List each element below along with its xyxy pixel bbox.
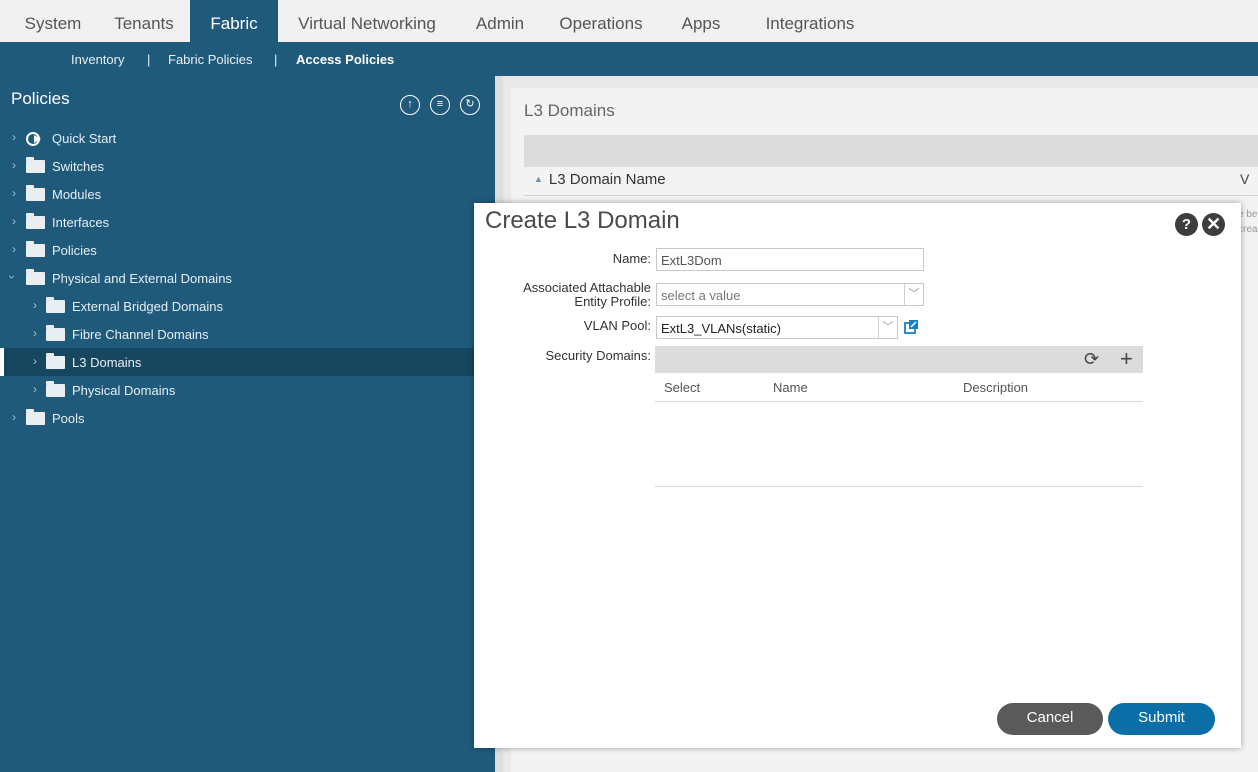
- chevron-right-icon[interactable]: ›: [12, 242, 16, 256]
- security-domains-toolbar: ⟳ +: [655, 346, 1143, 373]
- aaep-label-line1: Associated Attachable: [523, 280, 651, 295]
- divider: [524, 195, 1258, 196]
- chevron-right-icon[interactable]: ›: [12, 186, 16, 200]
- divider: [655, 401, 1143, 402]
- submit-button[interactable]: Submit: [1108, 703, 1215, 735]
- tree-item-label: Pools: [52, 411, 85, 426]
- tree-item-physical-domains[interactable]: › Physical Domains: [0, 376, 475, 404]
- chevron-right-icon[interactable]: ›: [12, 158, 16, 172]
- tree-item-interfaces[interactable]: › Interfaces: [0, 208, 475, 236]
- tree-item-external-bridged-domains[interactable]: › External Bridged Domains: [0, 292, 475, 320]
- folder-icon: [46, 297, 65, 313]
- tab-fabric[interactable]: Fabric: [190, 0, 278, 42]
- subnav-inventory[interactable]: Inventory: [71, 52, 124, 67]
- filter-icon[interactable]: ≡: [430, 95, 450, 115]
- tab-apps[interactable]: Apps: [670, 0, 732, 42]
- name-input[interactable]: ExtL3Dom: [656, 248, 924, 271]
- folder-icon: [46, 325, 65, 341]
- tab-integrations[interactable]: Integrations: [755, 0, 865, 42]
- tree-item-label: Physical and External Domains: [52, 271, 232, 286]
- vlan-pool-value: ExtL3_VLANs(static): [661, 321, 781, 336]
- tree-item-label: Interfaces: [52, 215, 110, 230]
- vlan-pool-select[interactable]: ExtL3_VLANs(static) ﹀: [656, 316, 898, 339]
- tree-item-label: Physical Domains: [72, 383, 176, 398]
- tree-item-label: Quick Start: [52, 131, 117, 146]
- chevron-down-icon[interactable]: ﹀: [878, 317, 897, 338]
- cancel-button[interactable]: Cancel: [997, 703, 1103, 735]
- chevron-right-icon[interactable]: ›: [12, 214, 16, 228]
- tree-item-label: Switches: [52, 159, 105, 174]
- folder-icon: [46, 353, 65, 369]
- subnav-fabric-policies[interactable]: Fabric Policies: [168, 52, 253, 67]
- tree-item-quick-start[interactable]: › Quick Start: [0, 124, 475, 152]
- tree-item-policies[interactable]: › Policies: [0, 236, 475, 264]
- folder-icon: [26, 185, 45, 201]
- tree-item-fibre-channel-domains[interactable]: › Fibre Channel Domains: [0, 320, 475, 348]
- selection-indicator: [0, 348, 4, 376]
- sort-ascending-icon: ▲: [534, 174, 543, 184]
- tab-admin[interactable]: Admin: [466, 0, 534, 42]
- folder-icon: [26, 241, 45, 257]
- tab-tenants[interactable]: Tenants: [103, 0, 185, 42]
- subnav-separator: |: [274, 52, 278, 67]
- subnav-access-policies[interactable]: Access Policies: [296, 52, 394, 67]
- folder-icon: [26, 269, 45, 285]
- quick-start-icon: [26, 132, 41, 146]
- tree-item-modules[interactable]: › Modules: [0, 180, 475, 208]
- column-header-name[interactable]: Name: [773, 380, 808, 395]
- chevron-right-icon[interactable]: ›: [33, 298, 37, 312]
- tab-virtual-networking[interactable]: Virtual Networking: [288, 0, 446, 42]
- dialog-title: Create L3 Domain: [485, 207, 680, 234]
- table-toolbar: [524, 135, 1258, 167]
- close-icon[interactable]: ✕: [1202, 213, 1225, 236]
- sidebar: Policies ↑ ≡ ↻ › Quick Start › Switches …: [0, 76, 495, 772]
- add-icon[interactable]: +: [1120, 346, 1133, 372]
- tree-item-l3-domains[interactable]: › L3 Domains: [0, 348, 475, 376]
- vlan-pool-label: VLAN Pool:: [583, 318, 651, 333]
- chevron-down-icon[interactable]: ›: [5, 275, 19, 279]
- refresh-icon[interactable]: ↻: [460, 95, 480, 115]
- column-header-select[interactable]: Select: [664, 380, 700, 395]
- tree-item-label: Fibre Channel Domains: [72, 327, 209, 342]
- security-domains-label: Security Domains:: [545, 348, 651, 363]
- chevron-down-icon[interactable]: ﹀: [904, 284, 923, 305]
- page-title: L3 Domains: [524, 101, 615, 120]
- collapse-all-icon[interactable]: ↑: [400, 95, 420, 115]
- subnav-separator: |: [147, 52, 151, 67]
- aaep-select[interactable]: select a value ﹀: [656, 283, 924, 306]
- tree-item-label: Modules: [52, 187, 102, 202]
- tree-item-physical-external-domains[interactable]: › Physical and External Domains: [0, 264, 475, 292]
- top-navigation: System Tenants Fabric Virtual Networking…: [0, 0, 1258, 42]
- tree-item-label: External Bridged Domains: [72, 299, 224, 314]
- tree-item-label: Policies: [52, 243, 97, 258]
- folder-icon: [46, 381, 65, 397]
- chevron-right-icon[interactable]: ›: [33, 382, 37, 396]
- help-icon[interactable]: ?: [1175, 213, 1198, 236]
- folder-icon: [26, 409, 45, 425]
- name-label: Name:: [612, 251, 651, 266]
- tab-operations[interactable]: Operations: [549, 0, 653, 42]
- sidebar-title: Policies: [11, 89, 70, 108]
- tree-item-switches[interactable]: › Switches: [0, 152, 475, 180]
- column-header-fragment: V: [1240, 171, 1250, 187]
- divider: [655, 486, 1143, 487]
- tree-item-label: L3 Domains: [72, 355, 142, 370]
- sub-navigation: Inventory | Fabric Policies | Access Pol…: [0, 42, 1258, 76]
- tree-item-pools[interactable]: › Pools: [0, 404, 475, 432]
- chevron-right-icon[interactable]: ›: [12, 410, 16, 424]
- chevron-right-icon[interactable]: ›: [12, 130, 16, 144]
- column-header-l3-domain-name[interactable]: ▲ L3 Domain Name: [534, 171, 666, 188]
- refresh-icon[interactable]: ⟳: [1084, 349, 1099, 370]
- folder-icon: [26, 157, 45, 173]
- chevron-right-icon[interactable]: ›: [33, 354, 37, 368]
- column-header-label: L3 Domain Name: [548, 171, 666, 188]
- aaep-label: Associated Attachable Entity Profile:: [480, 281, 651, 309]
- folder-icon: [26, 213, 45, 229]
- aaep-label-line2: Entity Profile:: [574, 294, 651, 309]
- chevron-right-icon[interactable]: ›: [33, 326, 37, 340]
- column-header-description[interactable]: Description: [963, 380, 1028, 395]
- external-link-icon[interactable]: [904, 319, 919, 334]
- tab-system[interactable]: System: [11, 0, 95, 42]
- aaep-placeholder: select a value: [661, 288, 741, 303]
